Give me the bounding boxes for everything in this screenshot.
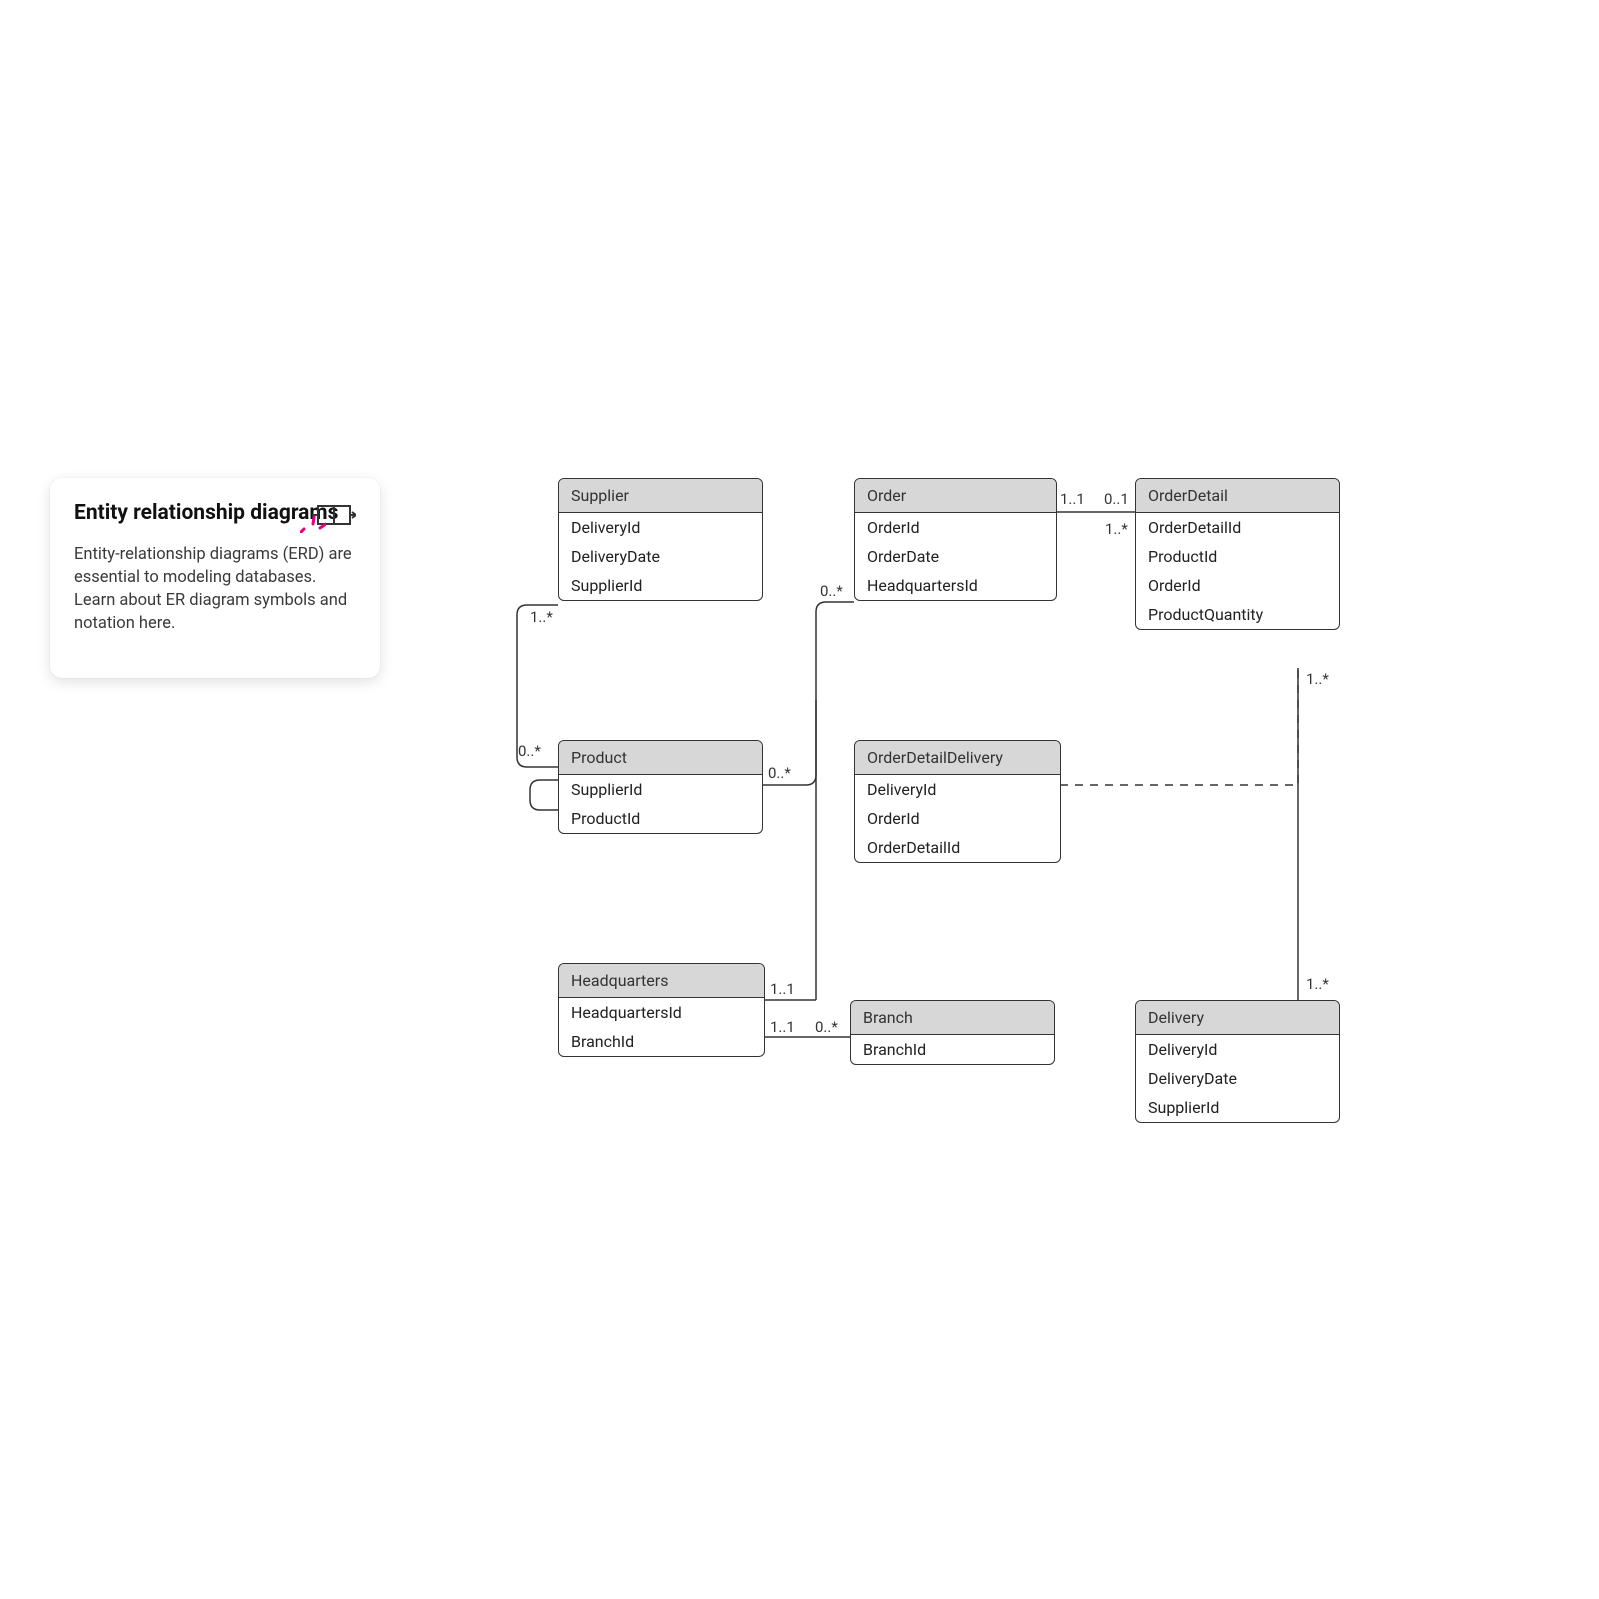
cardinality-label: 1..1	[770, 1018, 795, 1036]
entity-attr: BranchId	[851, 1035, 1054, 1064]
entity-attr: HeadquartersId	[855, 571, 1056, 600]
cardinality-label: 1..*	[530, 608, 553, 626]
entity-orderdetaildelivery[interactable]: OrderDetailDelivery DeliveryId OrderId O…	[854, 740, 1061, 863]
entity-attr: OrderDetailId	[1136, 513, 1339, 542]
entity-delivery[interactable]: Delivery DeliveryId DeliveryDate Supplie…	[1135, 1000, 1340, 1123]
cardinality-label: 1..*	[1105, 520, 1128, 538]
entity-orderdetail[interactable]: OrderDetail OrderDetailId ProductId Orde…	[1135, 478, 1340, 630]
entity-title: Headquarters	[559, 964, 764, 998]
entity-supplier[interactable]: Supplier DeliveryId DeliveryDate Supplie…	[558, 478, 763, 601]
cardinality-label: 0..1	[1104, 490, 1129, 508]
entity-attr: OrderId	[855, 804, 1060, 833]
entity-title: Order	[855, 479, 1056, 513]
connector-layer	[0, 0, 1599, 1599]
entity-attr: OrderDate	[855, 542, 1056, 571]
cardinality-label: 0..*	[815, 1018, 838, 1036]
entity-order[interactable]: Order OrderId OrderDate HeadquartersId	[854, 478, 1057, 601]
entity-attr: OrderDetailId	[855, 833, 1060, 862]
cardinality-label: 1..1	[1060, 490, 1085, 508]
entity-title: OrderDetail	[1136, 479, 1339, 513]
entity-attr: DeliveryId	[1136, 1035, 1339, 1064]
entity-attr: ProductQuantity	[1136, 600, 1339, 629]
entity-attr: BranchId	[559, 1027, 764, 1056]
cardinality-label: 1..*	[1306, 975, 1329, 993]
cardinality-label: 0..*	[768, 764, 791, 782]
entity-product[interactable]: Product SupplierId ProductId	[558, 740, 763, 834]
entity-attr: SupplierId	[559, 775, 762, 804]
entity-attr: DeliveryDate	[1136, 1064, 1339, 1093]
cardinality-label: 0..*	[820, 582, 843, 600]
entity-attr: OrderId	[855, 513, 1056, 542]
entity-title: Supplier	[559, 479, 762, 513]
cardinality-label: 1..1	[770, 980, 795, 998]
entity-title: Branch	[851, 1001, 1054, 1035]
entity-title: Delivery	[1136, 1001, 1339, 1035]
entity-headquarters[interactable]: Headquarters HeadquartersId BranchId	[558, 963, 765, 1057]
entity-title: OrderDetailDelivery	[855, 741, 1060, 775]
entity-attr: DeliveryId	[855, 775, 1060, 804]
explainer-card: Entity relationship diagrams Entity-rela…	[50, 478, 380, 678]
entity-attr: OrderId	[1136, 571, 1339, 600]
entity-attr: HeadquartersId	[559, 998, 764, 1027]
card-body: Entity-relationship diagrams (ERD) are e…	[74, 543, 356, 635]
entity-attr: ProductId	[1136, 542, 1339, 571]
entity-branch[interactable]: Branch BranchId	[850, 1000, 1055, 1065]
entity-attr: ProductId	[559, 804, 762, 833]
entity-attr: DeliveryId	[559, 513, 762, 542]
entity-title: Product	[559, 741, 762, 775]
spark-accent-icon	[300, 509, 326, 533]
cardinality-label: 0..*	[518, 742, 541, 760]
cardinality-label: 1..*	[1306, 670, 1329, 688]
entity-attr: SupplierId	[559, 571, 762, 600]
entity-attr: DeliveryDate	[559, 542, 762, 571]
entity-attr: SupplierId	[1136, 1093, 1339, 1122]
